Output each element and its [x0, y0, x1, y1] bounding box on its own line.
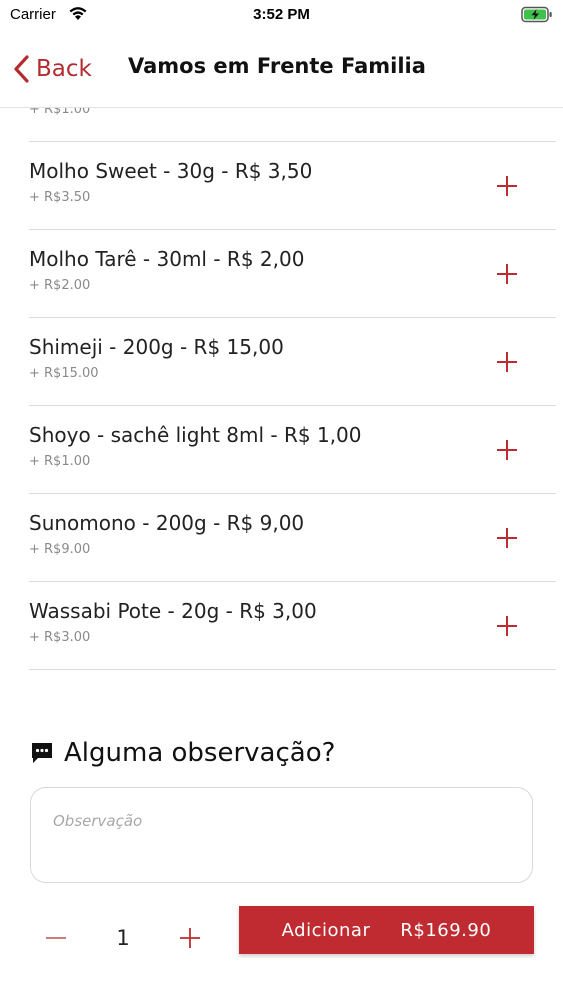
observation-field[interactable]: Observação — [30, 787, 533, 883]
back-button[interactable]: Back — [12, 52, 92, 86]
observation-placeholder: Observação — [53, 812, 143, 830]
add-button-label: Adicionar — [281, 919, 371, 941]
item-name: Shoyo - sachê light 8ml - R$ 1,00 — [29, 423, 362, 447]
observation-title: Alguma observação? — [64, 738, 336, 768]
quantity-value: 1 — [116, 926, 130, 950]
add-button-total: R$169.90 — [400, 919, 492, 941]
item-price: + R$2.00 — [29, 278, 91, 293]
plus-icon[interactable] — [496, 527, 518, 549]
item-name: Molho Tarê - 30ml - R$ 2,00 — [29, 247, 305, 271]
plus-icon[interactable] — [496, 351, 518, 373]
navigation-bar: Back Vamos em Frente Familia — [0, 30, 563, 108]
list-item: Shimeji - 200g - R$ 15,00 + R$15.00 — [29, 318, 556, 406]
plus-icon[interactable] — [496, 263, 518, 285]
item-price: + R$1.00 — [29, 108, 91, 117]
plus-icon[interactable] — [496, 615, 518, 637]
plus-icon[interactable] — [178, 926, 202, 950]
page-title: Vamos em Frente Familia — [128, 54, 426, 78]
list-item: Sunomono - 200g - R$ 9,00 + R$9.00 — [29, 494, 556, 582]
minus-icon[interactable] — [44, 926, 68, 950]
chevron-left-icon — [14, 55, 29, 83]
add-to-cart-button[interactable]: Adicionar R$169.90 — [239, 906, 534, 954]
item-name: Wassabi Pote - 20g - R$ 3,00 — [29, 599, 317, 623]
item-name: Shimeji - 200g - R$ 15,00 — [29, 335, 284, 359]
item-name: Molho Sweet - 30g - R$ 3,50 — [29, 159, 313, 183]
item-price: + R$15.00 — [29, 366, 99, 381]
item-price: + R$3.00 — [29, 630, 91, 645]
item-price: + R$1.00 — [29, 454, 91, 469]
item-name: Sunomono - 200g - R$ 9,00 — [29, 511, 305, 535]
list-item: Molho Tarê - 30ml - R$ 2,00 + R$2.00 — [29, 230, 556, 318]
plus-icon[interactable] — [496, 439, 518, 461]
item-price: + R$3.50 — [29, 190, 91, 205]
addons-list: + R$1.00 Molho Sweet - 30g - R$ 3,50 + R… — [0, 108, 563, 670]
status-time: 3:52 PM — [253, 6, 310, 23]
list-item: Wassabi Pote - 20g - R$ 3,00 + R$3.00 — [29, 582, 556, 670]
chat-bubble-icon — [32, 743, 52, 763]
battery-charging-icon — [521, 6, 552, 23]
list-item: Shoyo - sachê light 8ml - R$ 1,00 + R$1.… — [29, 406, 556, 494]
item-price: + R$9.00 — [29, 542, 91, 557]
list-item: Molho Sweet - 30g - R$ 3,50 + R$3.50 — [29, 142, 556, 230]
list-item: + R$1.00 — [29, 108, 556, 142]
back-label: Back — [36, 56, 92, 82]
observation-header: Alguma observação? — [30, 738, 335, 768]
status-bar: Carrier 3:52 PM — [0, 0, 563, 30]
plus-icon[interactable] — [496, 175, 518, 197]
